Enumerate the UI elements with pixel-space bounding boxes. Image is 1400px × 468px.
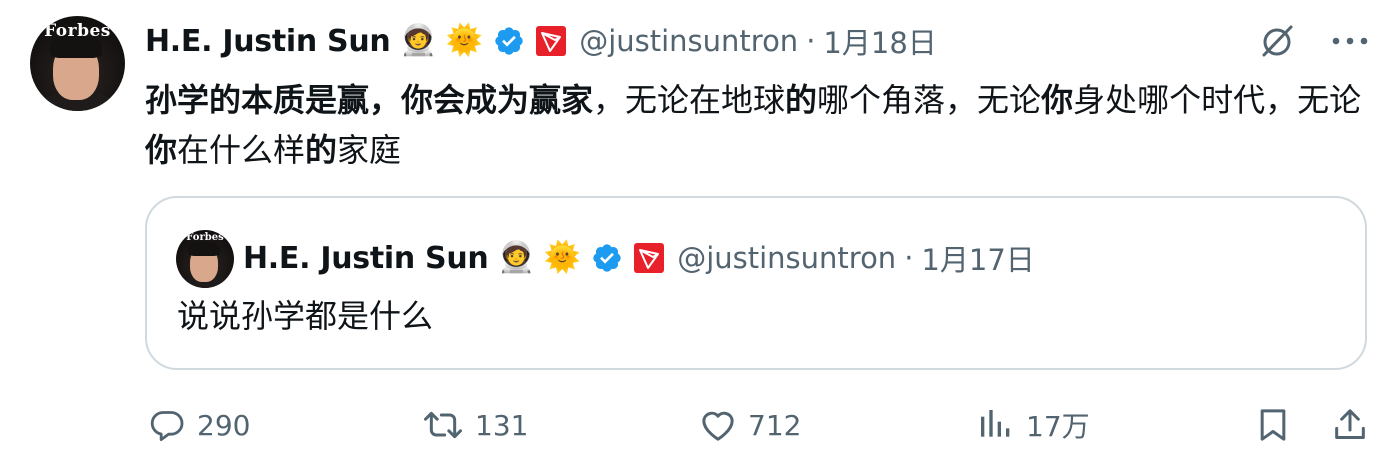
quoted-avatar[interactable]: Forbes [176,230,234,288]
quoted-tweet[interactable]: Forbes H.E. Justin Sun 🧑‍🚀 🌞 @justinsunt… [145,196,1367,370]
avatar-hair [188,241,220,256]
retweet-button[interactable]: 131 [421,402,528,448]
text-segment: ，无论在地球 [593,81,786,119]
text-segment: 身处哪个时代，无论 [1073,81,1362,119]
text-segment: 的 [305,131,338,169]
tweet[interactable]: Forbes H.E. Justin Sun 🧑‍🚀 🌞 @justinsunt… [0,0,1400,468]
retweet-icon [421,405,465,445]
heart-icon [698,405,738,445]
tweet-date[interactable]: 1月18日 [823,20,936,62]
action-bar: 290 131 712 17万 [145,402,1375,448]
text-segment: 在什么样 [177,131,306,169]
quoted-tweet-text: 说说孙学都是什么 [177,297,434,335]
astronaut-emoji: 🧑‍🚀 [497,240,535,275]
share-icon [1330,405,1370,445]
avatar[interactable]: Forbes [30,16,125,111]
author-handle[interactable]: @justinsuntron [579,24,798,58]
views-count: 17万 [1026,410,1090,443]
quoted-author-name[interactable]: H.E. Justin Sun [243,241,489,276]
top-actions [1258,18,1368,64]
views-icon [976,405,1016,445]
bookmark-button[interactable] [1253,402,1293,448]
header-separator: · [904,241,914,275]
verified-badge-icon[interactable] [591,242,623,274]
text-segment: 孙学的本质是赢，你会成为赢家 [145,81,594,119]
tron-logo-icon[interactable] [535,25,567,57]
text-segment: 你 [1041,81,1074,119]
sun-emoji: 🌞 [543,240,582,275]
header-separator: · [806,24,816,58]
like-count: 712 [748,408,802,442]
reply-count: 290 [197,408,251,442]
text-segment: 哪个角落，无论 [817,81,1042,119]
more-icon[interactable] [1332,35,1368,47]
avatar-brand-text: Forbes [44,21,111,41]
quoted-header: H.E. Justin Sun 🧑‍🚀 🌞 @justinsuntron · 1… [243,235,1035,281]
avatar-brand-text: Forbes [186,232,224,243]
tweet-header: H.E. Justin Sun 🧑‍🚀 🌞 @justinsuntron · 1… [145,18,937,64]
reply-icon [147,405,187,445]
reply-button[interactable]: 290 [147,402,250,448]
text-segment: 你 [145,131,178,169]
text-segment: 的 [785,81,818,119]
retweet-count: 131 [475,408,529,442]
author-name[interactable]: H.E. Justin Sun [145,24,391,59]
like-button[interactable]: 712 [698,402,801,448]
astronaut-emoji: 🧑‍🚀 [399,23,437,58]
quoted-tweet-date[interactable]: 1月17日 [921,237,1034,279]
grok-icon[interactable] [1258,21,1298,61]
verified-badge-icon[interactable] [493,25,525,57]
views-button[interactable]: 17万 [976,402,1090,448]
share-button[interactable] [1330,402,1370,448]
sun-emoji: 🌞 [445,23,484,58]
bookmark-icon [1253,405,1293,445]
tweet-text: 孙学的本质是赢，你会成为赢家，无论在地球的哪个角落，无论你身处哪个时代，无论你在… [145,75,1365,175]
text-segment: 家庭 [337,131,402,169]
quoted-author-handle[interactable]: @justinsuntron [677,241,896,275]
tron-logo-icon[interactable] [633,242,665,274]
